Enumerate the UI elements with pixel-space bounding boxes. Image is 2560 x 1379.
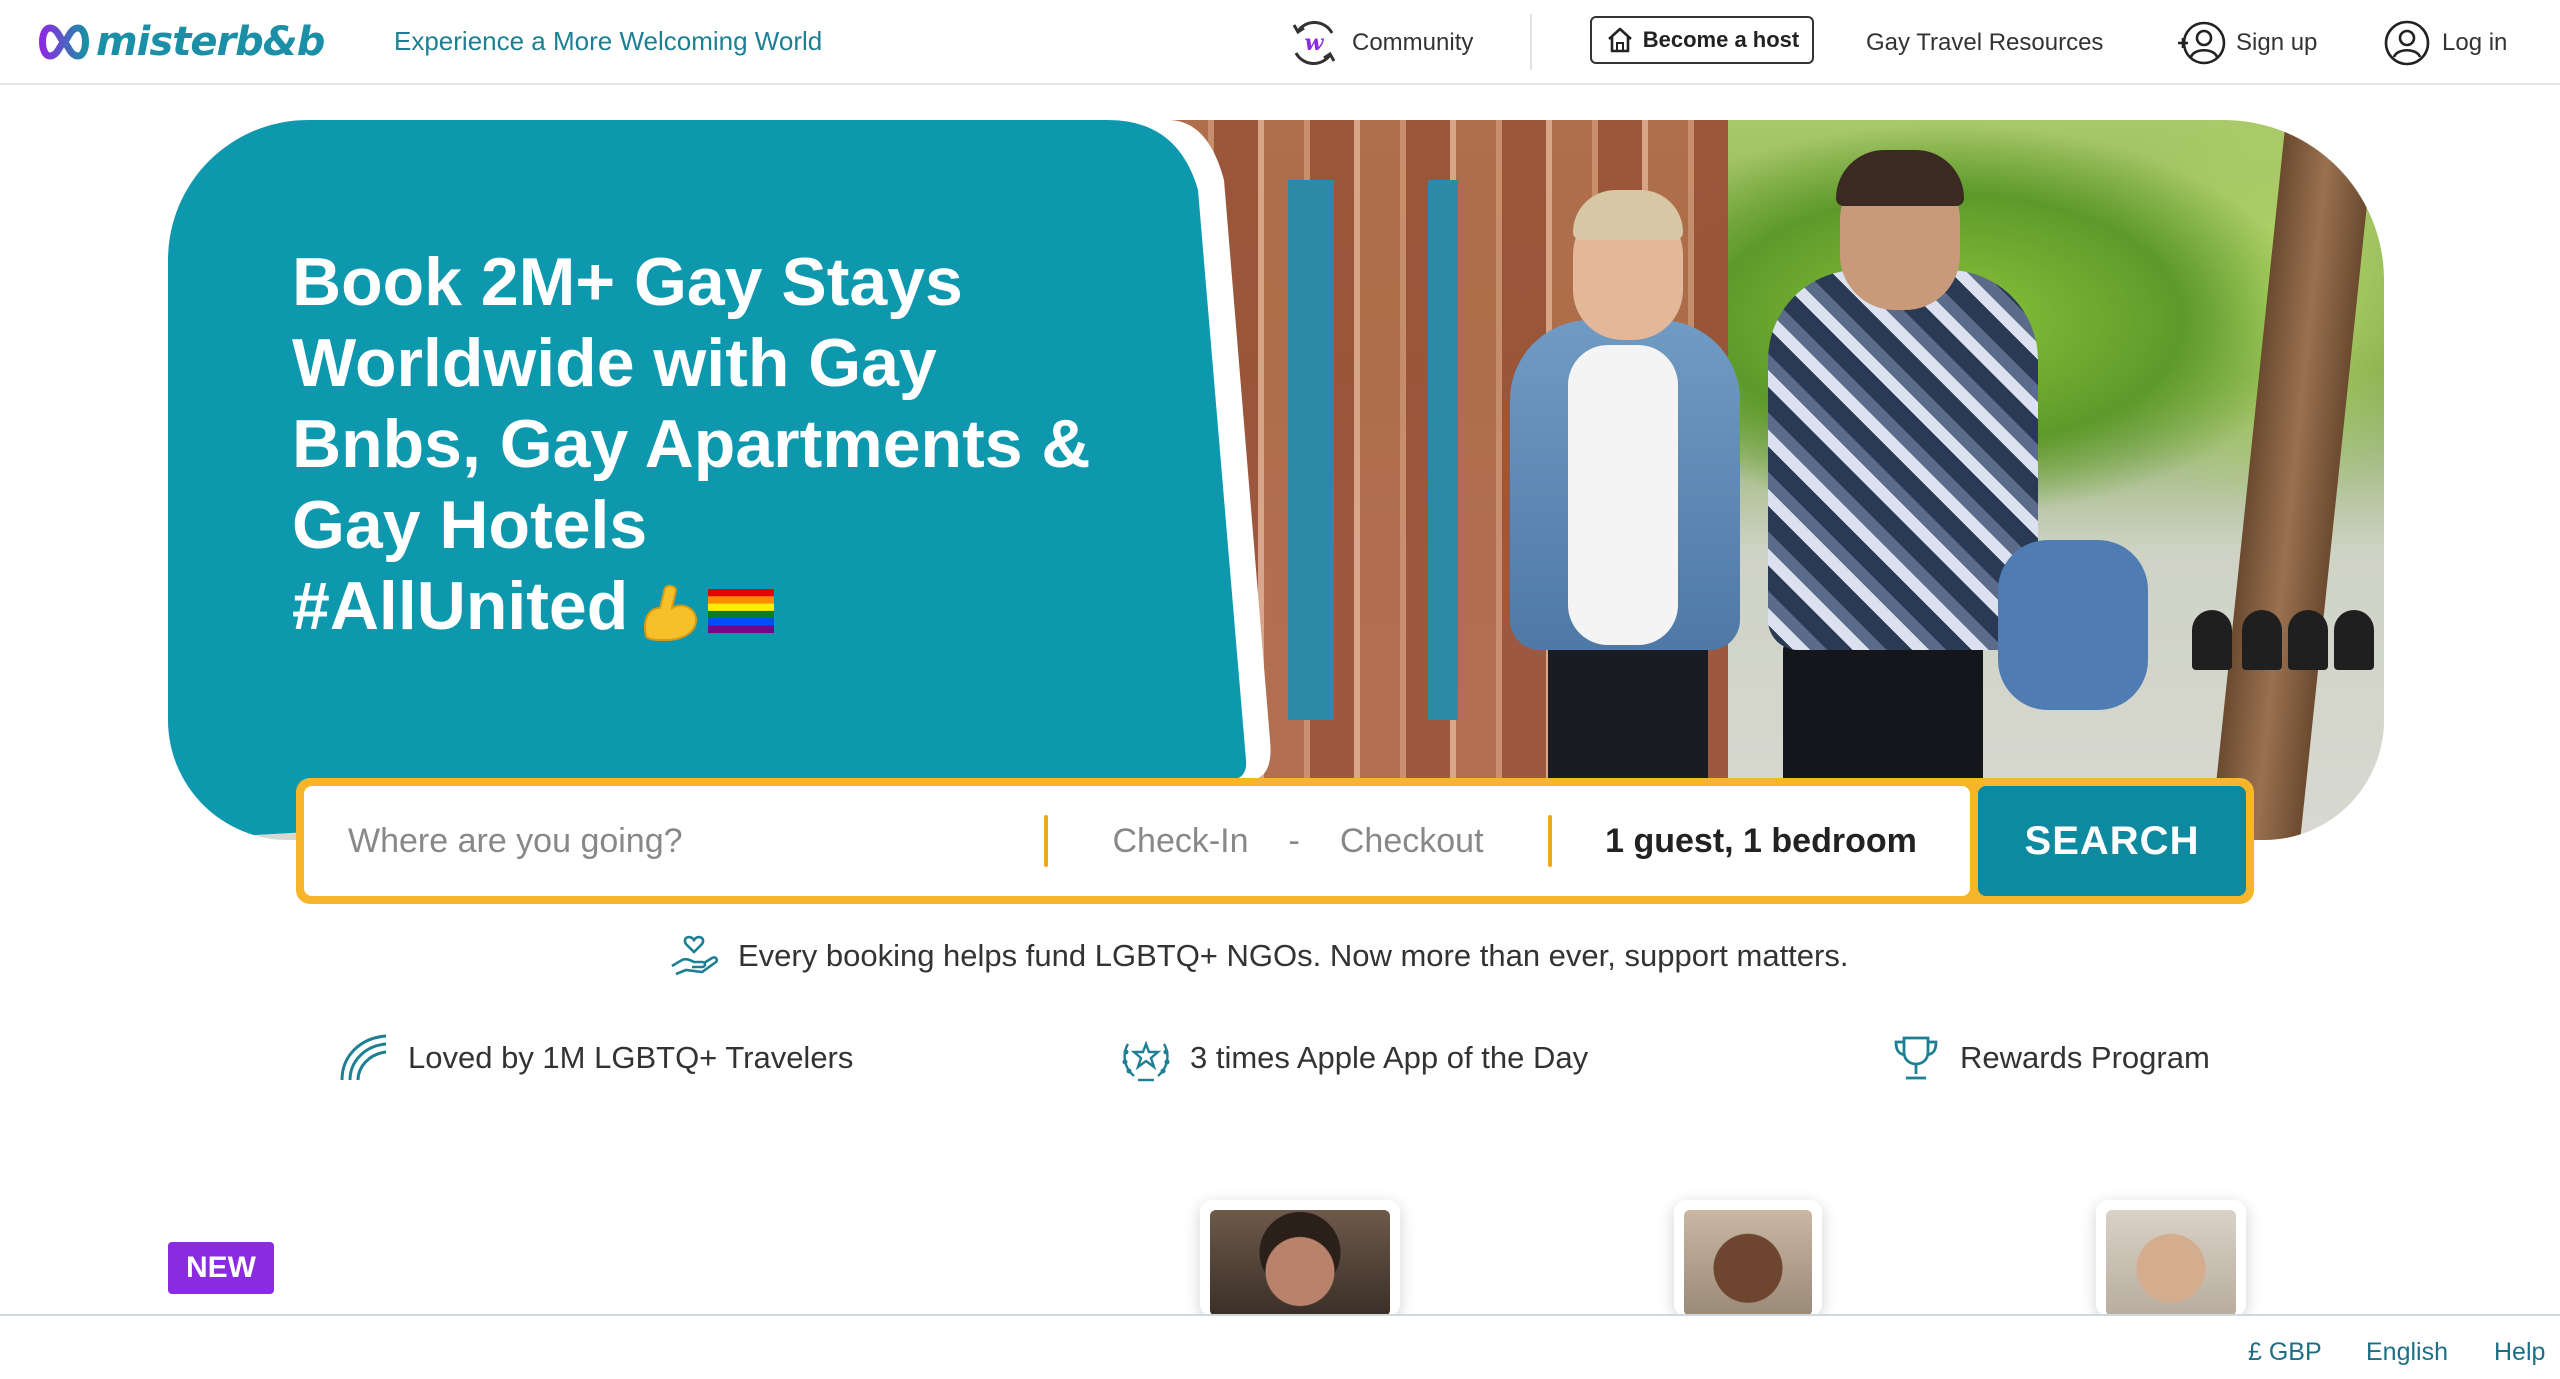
search-fields: Where are you going? Check-In - Checkout… <box>304 786 1970 896</box>
community-w-icon: w <box>1292 20 1336 65</box>
perk-loved-by-travelers: Loved by 1M LGBTQ+ Travelers <box>336 1030 853 1086</box>
hero-title-line: Gay Hotels <box>292 487 648 563</box>
check-in-field[interactable]: Check-In <box>1112 822 1248 861</box>
currency-selector[interactable]: £ GBP <box>2248 1338 2322 1367</box>
language-selector[interactable]: English <box>2366 1338 2448 1367</box>
hero-hashtag: #AllUnited <box>292 568 629 644</box>
bollard <box>2288 610 2328 670</box>
guests-selector[interactable]: 1 guest, 1 bedroom <box>1552 822 1970 861</box>
top-header: misterb&b Experience a More Welcoming Wo… <box>0 0 2560 85</box>
community-label: Community <box>1352 28 1474 56</box>
flexed-biceps-icon <box>644 584 698 642</box>
become-a-host-label: Become a host <box>1642 27 1800 52</box>
checkout-field[interactable]: Checkout <box>1340 822 1484 861</box>
bollard <box>2242 610 2282 670</box>
become-a-host-button[interactable]: Become a host <box>1590 16 1814 64</box>
host-avatar-card[interactable] <box>1674 1200 1822 1316</box>
add-user-icon <box>2178 21 2226 64</box>
header-tagline[interactable]: Experience a More Welcoming World <box>394 26 822 57</box>
logo-wordmark: misterb&b <box>96 19 325 65</box>
sticky-footer-bar: £ GBP English Help <box>0 1314 2560 1379</box>
tree-trunk <box>2210 120 2376 840</box>
perk-label: 3 times Apple App of the Day <box>1190 1040 1589 1075</box>
bollard <box>2334 610 2374 670</box>
trophy-icon <box>1894 1036 1938 1080</box>
misterbnb-logo[interactable]: misterb&b <box>36 16 325 68</box>
perk-label: Rewards Program <box>1960 1040 2210 1075</box>
award-laurel-icon <box>1122 1040 1170 1082</box>
host-avatar-photo <box>1684 1210 1812 1316</box>
house-icon <box>1607 27 1632 53</box>
hero-emoji <box>638 578 775 644</box>
rainbow-icon <box>340 1034 387 1081</box>
search-bar: Where are you going? Check-In - Checkout… <box>296 778 2254 904</box>
hero-headline: Book 2M+ Gay Stays Worldwide with Gay Bn… <box>292 242 1192 647</box>
community-link[interactable]: w Community <box>1288 0 1473 85</box>
search-button[interactable]: SEARCH <box>1978 786 2246 896</box>
ngo-text: Every booking helps fund LGBTQ+ NGOs. No… <box>738 938 1849 973</box>
person-left-shirt <box>1568 345 1678 645</box>
destination-input[interactable]: Where are you going? <box>304 822 1044 861</box>
infinity-logo-icon <box>39 24 89 60</box>
log-in-label: Log in <box>2442 28 2508 56</box>
window-frame <box>1288 180 1334 720</box>
help-link[interactable]: Help <box>2494 1338 2545 1367</box>
host-avatar-card[interactable] <box>1200 1200 1400 1316</box>
sign-up-label: Sign up <box>2236 28 2318 56</box>
svg-text:w: w <box>1305 30 1325 56</box>
host-avatar-photo <box>1210 1210 1390 1316</box>
host-avatar-photo <box>2106 1210 2236 1316</box>
perk-apple-app-of-the-day: 3 times Apple App of the Day <box>1118 1030 1588 1086</box>
hero-title-line: Bnbs, Gay Apartments & <box>292 406 1091 482</box>
rainbow-flag-icon <box>708 589 775 634</box>
date-range-picker[interactable]: Check-In - Checkout <box>1048 822 1548 861</box>
hero-banner: Book 2M+ Gay Stays Worldwide with Gay Bn… <box>168 120 2384 840</box>
gay-travel-resources-link[interactable]: Gay Travel Resources <box>1866 0 2103 85</box>
bollard <box>2192 610 2232 670</box>
date-separator: - <box>1288 821 1300 860</box>
hero-title-line: Worldwide with Gay <box>292 325 937 401</box>
hero-title-line: Book 2M+ Gay Stays <box>292 244 963 320</box>
resources-label: Gay Travel Resources <box>1866 28 2104 56</box>
ngo-support-message: Every booking helps fund LGBTQ+ NGOs. No… <box>668 930 1848 982</box>
denim-jacket <box>1998 540 2148 710</box>
person-right-hair <box>1836 150 1964 206</box>
window-frame <box>1428 180 1458 720</box>
nav-divider <box>1530 14 1532 70</box>
sign-up-link[interactable]: Sign up <box>2176 0 2317 85</box>
perk-rewards-program[interactable]: Rewards Program <box>1888 1030 2210 1086</box>
host-avatar-card[interactable] <box>2096 1200 2246 1316</box>
perk-label: Loved by 1M LGBTQ+ Travelers <box>408 1040 854 1075</box>
log-in-link[interactable]: Log in <box>2382 0 2507 85</box>
new-badge: NEW <box>168 1242 274 1294</box>
user-icon <box>2384 20 2430 65</box>
hand-heart-icon <box>671 935 719 976</box>
